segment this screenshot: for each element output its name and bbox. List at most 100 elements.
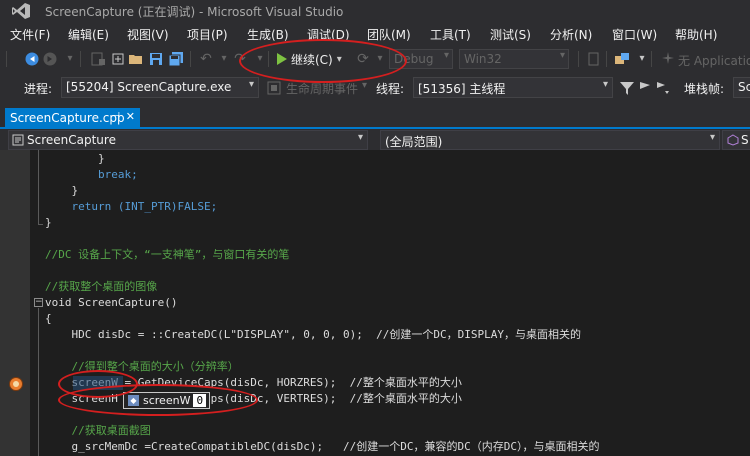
platform-select[interactable]: Win32 ▾ [459, 49, 569, 69]
restart-dropdown-icon[interactable]: ▾ [372, 51, 388, 67]
solution-config-select[interactable]: Debug ▾ [389, 49, 453, 69]
forward-icon[interactable] [42, 51, 58, 67]
toolbar-separator [578, 51, 579, 67]
menu-build[interactable]: 生成(B) [247, 26, 289, 43]
process-value: [55204] ScreenCapture.exe [66, 80, 232, 94]
toolbar-separator [268, 51, 269, 67]
member-select[interactable]: S [722, 130, 750, 150]
indicator-margin[interactable] [0, 150, 30, 456]
outline-guide [38, 150, 39, 224]
menu-team[interactable]: 团队(M) [367, 26, 411, 43]
play-icon [277, 53, 287, 65]
scope-select[interactable]: (全局范围) ▾ [380, 130, 720, 150]
lifecycle-events-icon[interactable] [266, 80, 282, 96]
redo-icon[interactable]: ↷ [232, 51, 248, 67]
code-line: HDC disDc = ::CreateDC(L"DISPLAY", 0, 0,… [45, 328, 581, 341]
collapse-toggle-icon[interactable]: − [34, 298, 43, 307]
navigation-bar: ScreenCapture ▾ (全局范围) ▾ S [0, 130, 750, 150]
toolbar-separator [651, 51, 652, 67]
code-line: } [45, 152, 105, 165]
outline-guide [38, 308, 39, 456]
close-icon[interactable]: ✕ [126, 110, 135, 123]
chevron-down-icon: ▾ [709, 132, 715, 143]
stack-frame-select[interactable]: Sc [733, 77, 750, 98]
chevron-down-icon: ▾ [357, 132, 363, 143]
code-line: void ScreenCapture() [45, 296, 178, 309]
tab-underline [0, 127, 750, 129]
continue-dropdown-icon[interactable]: ▾ [337, 54, 342, 65]
application-insights-icon[interactable] [660, 51, 676, 67]
tab-screencapture-cpp[interactable]: ScreenCapture.cpp ⊣ ✕ [5, 108, 140, 129]
code-line: //获取整个桌面的图像 [45, 280, 158, 293]
add-item-icon[interactable] [110, 51, 126, 67]
menu-view[interactable]: 视图(V) [127, 26, 169, 43]
thread-label: 线程: [376, 82, 405, 96]
lifecycle-dropdown-icon[interactable]: ▾ [362, 80, 367, 91]
solution-config-value: Debug [394, 52, 434, 66]
toolbar-separator [190, 51, 191, 67]
menu-file[interactable]: 文件(F) [10, 26, 50, 43]
filter-icon[interactable] [619, 80, 635, 96]
code-line: //DC 设备上下文，“一支神笔”，与窗口有关的笔 [45, 248, 290, 261]
member-value: S [741, 133, 749, 147]
new-project-icon[interactable] [90, 51, 106, 67]
member-icon [727, 134, 739, 146]
dropdown-arrow-icon[interactable]: ▾ [62, 51, 78, 67]
outline-guide [38, 224, 43, 225]
redo-dropdown-icon[interactable]: ▾ [252, 51, 268, 67]
menu-analyze[interactable]: 分析(N) [550, 26, 592, 43]
continue-label: 继续(C) [291, 52, 333, 67]
pin-icon[interactable]: ⊣ [111, 111, 120, 122]
find-in-files-icon[interactable] [586, 51, 602, 67]
code-line: g_srcMemDc =CreateCompatibleDC(disDc); /… [45, 440, 600, 453]
datatip-variable-name: screenW [143, 394, 191, 407]
code-line: //获取桌面截图 [45, 424, 151, 437]
lifecycle-events-label[interactable]: 生命周期事件 [286, 80, 358, 97]
save-icon[interactable] [148, 51, 164, 67]
process-label: 进程: [24, 82, 53, 96]
project-value: ScreenCapture [27, 133, 116, 147]
undo-dropdown-icon[interactable]: ▾ [216, 51, 232, 67]
thread-value: [51356] 主线程 [418, 82, 506, 96]
code-line: //得到整个桌面的大小（分辨率） [45, 360, 239, 373]
open-icon[interactable] [128, 51, 144, 67]
flag-dropdown-icon[interactable] [654, 80, 670, 96]
thread-select[interactable]: [51356] 主线程 ▾ [413, 77, 613, 98]
toolbar-separator [80, 51, 81, 67]
continue-button[interactable]: 继续(C) ▾ [277, 50, 342, 68]
debugger-datatip[interactable]: ◆ screenW 0 [123, 392, 211, 409]
platform-value: Win32 [464, 52, 502, 66]
variable-icon: ◆ [128, 395, 139, 406]
back-icon[interactable] [24, 51, 40, 67]
project-icon [12, 134, 24, 146]
window-title: ScreenCapture (正在调试) - Microsoft Visual … [45, 5, 344, 19]
visual-studio-logo-icon [12, 3, 30, 19]
code-line: return (INT_PTR)FALSE; [45, 200, 218, 213]
flag-icon[interactable] [637, 80, 653, 96]
scope-value: (全局范围) [385, 135, 443, 149]
save-all-icon[interactable] [168, 51, 184, 67]
attach-process-icon[interactable] [614, 51, 630, 67]
menu-window[interactable]: 窗口(W) [612, 26, 657, 43]
toolbar-separator [606, 51, 607, 67]
code-line: break; [45, 168, 138, 181]
attach-dropdown-icon[interactable]: ▾ [634, 51, 650, 67]
menu-project[interactable]: 项目(P) [187, 26, 228, 43]
menu-help[interactable]: 帮助(H) [675, 26, 717, 43]
restart-icon[interactable]: ⟳ [355, 51, 371, 67]
standard-toolbar: ▾ ↶ ▾ ↷ ▾ 继续(C) ▾ ⟳ ▾ Debug ▾ Win32 ▾ ▾ [0, 44, 750, 74]
menu-test[interactable]: 测试(S) [490, 26, 531, 43]
undo-icon[interactable]: ↶ [198, 51, 214, 67]
chevron-down-icon: ▾ [602, 79, 608, 90]
menu-edit[interactable]: 编辑(E) [68, 26, 109, 43]
menu-debug[interactable]: 调试(D) [307, 26, 350, 43]
current-statement-breakpoint-icon[interactable] [9, 377, 23, 391]
stack-frame-value: Sc [738, 80, 750, 94]
project-select[interactable]: ScreenCapture ▾ [8, 130, 368, 150]
chevron-down-icon: ▾ [559, 50, 565, 61]
menu-tools[interactable]: 工具(T) [430, 26, 471, 43]
application-insights-label[interactable]: 无 Application [678, 52, 750, 69]
chevron-down-icon: ▾ [443, 50, 449, 61]
datatip-value[interactable]: 0 [193, 394, 207, 407]
process-select[interactable]: [55204] ScreenCapture.exe ▾ [61, 77, 259, 98]
